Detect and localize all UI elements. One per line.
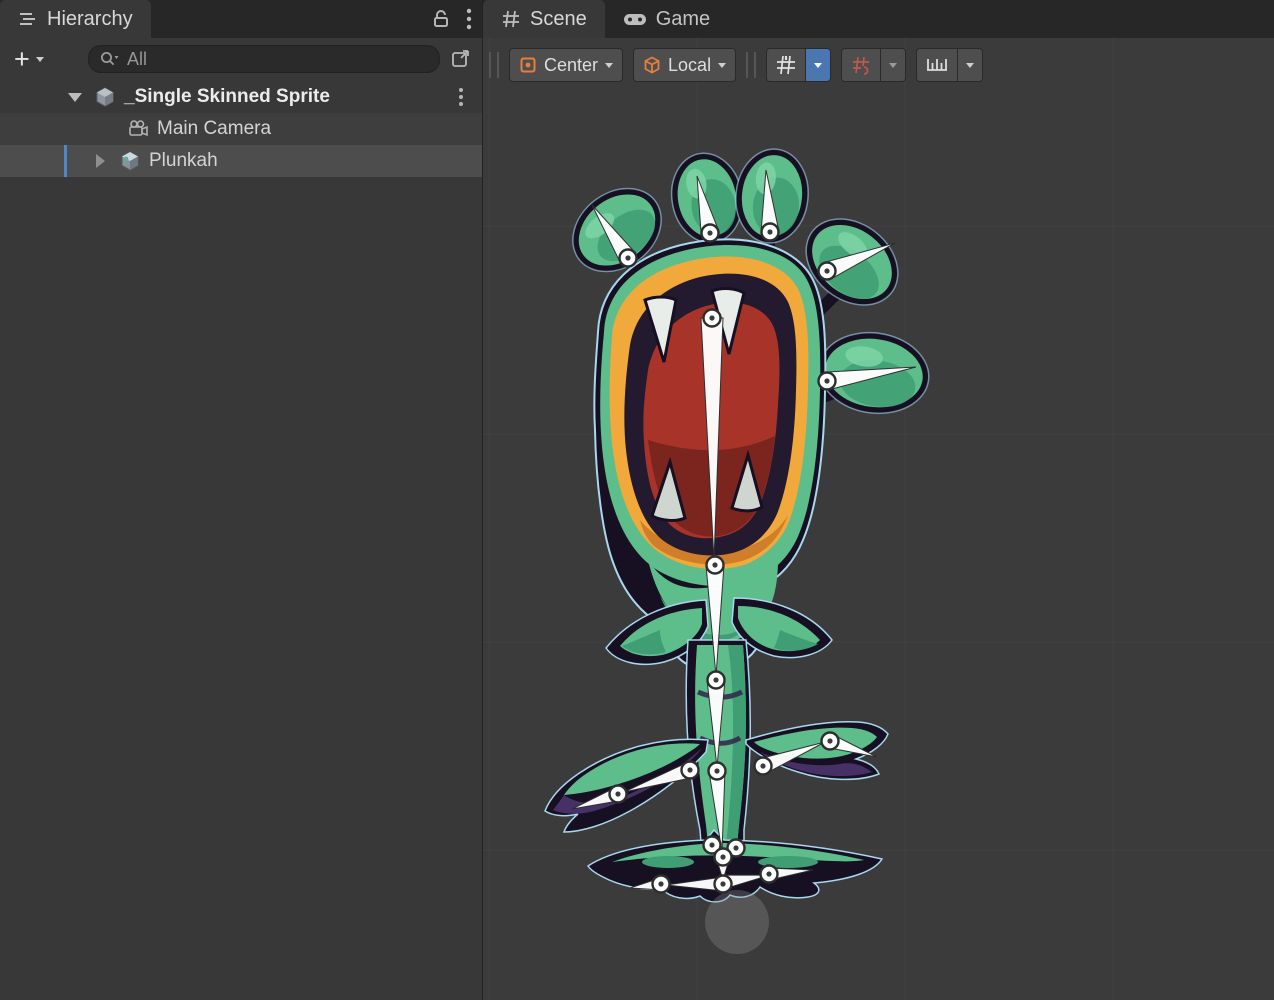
bone-joint[interactable] — [819, 263, 836, 280]
roots-green-blob — [642, 856, 694, 868]
grid-snapping-icon — [842, 49, 880, 81]
snap-increment-caret[interactable] — [957, 49, 982, 81]
open-search-window-icon[interactable] — [450, 47, 472, 69]
bone-joint[interactable] — [715, 876, 732, 893]
grid-visibility-button[interactable] — [766, 48, 831, 82]
tab-game-label: Game — [656, 8, 710, 31]
scene-viewport[interactable]: Center Local — [483, 38, 1274, 1000]
bone-joint[interactable] — [708, 672, 725, 689]
expand-triangle-icon[interactable] — [68, 93, 82, 102]
hierarchy-toolbar: + — [0, 38, 482, 80]
toolbar-handle[interactable] — [489, 52, 499, 78]
bone-joint[interactable] — [709, 763, 726, 780]
bone-joint[interactable] — [755, 758, 772, 775]
plunkah-sprite[interactable] — [545, 145, 934, 901]
orientation-caret-icon — [718, 63, 726, 68]
grid-visibility-icon — [767, 49, 805, 81]
scene-toolbar: Center Local — [489, 48, 983, 82]
tree-item-label: Plunkah — [149, 150, 218, 172]
bone-joint[interactable] — [682, 762, 699, 779]
scene-canvas[interactable] — [483, 38, 1274, 1000]
snap-increment-button[interactable] — [916, 48, 983, 82]
tab-scene-label: Scene — [530, 8, 587, 31]
bone-joint[interactable] — [819, 373, 836, 390]
camera-icon — [127, 118, 149, 140]
bone-joint[interactable] — [761, 866, 778, 883]
tab-hierarchy[interactable]: Hierarchy — [0, 0, 151, 38]
bone-joint[interactable] — [653, 876, 670, 893]
tab-hierarchy-label: Hierarchy — [47, 8, 133, 31]
local-cube-icon — [643, 56, 661, 74]
bone-joint[interactable] — [620, 250, 637, 267]
pivot-shadow-disk[interactable] — [705, 890, 769, 954]
scene-tabbar: Scene Game — [483, 0, 1274, 38]
add-gameobject-button[interactable]: + — [14, 49, 44, 69]
collapse-triangle-icon[interactable] — [96, 154, 105, 168]
search-icon — [99, 50, 119, 68]
bone-joint[interactable] — [704, 310, 721, 327]
row-kebab-menu-icon[interactable] — [458, 87, 464, 107]
kebab-menu-icon[interactable] — [466, 8, 472, 30]
pivot-center-icon — [519, 56, 537, 74]
search-input[interactable] — [125, 48, 429, 71]
bone-joint[interactable] — [610, 786, 627, 803]
sprite-object-icon — [119, 150, 141, 172]
add-dropdown-caret-icon — [36, 57, 44, 62]
tree-row-plunkah[interactable]: Plunkah — [0, 145, 482, 177]
orientation-mode-button[interactable]: Local — [633, 48, 736, 82]
bone-joint[interactable] — [715, 849, 732, 866]
gameobject-icon — [94, 86, 116, 108]
hierarchy-tabbar: Hierarchy — [0, 0, 482, 38]
orientation-mode-label: Local — [668, 55, 711, 76]
prefab-indicator-bar — [64, 145, 67, 177]
bone-joint[interactable] — [762, 224, 779, 241]
tree-row-main-camera[interactable]: Main Camera — [0, 113, 482, 145]
hierarchy-list-icon — [18, 9, 38, 29]
plus-icon: + — [14, 49, 30, 69]
toolbar-handle[interactable] — [746, 52, 756, 78]
bone-joint[interactable] — [702, 225, 719, 242]
grid-visibility-caret[interactable] — [805, 49, 830, 81]
hierarchy-search-field[interactable] — [88, 45, 440, 73]
tree-item-label: Main Camera — [157, 118, 271, 140]
pivot-caret-icon — [605, 63, 613, 68]
tab-game[interactable]: Game — [605, 0, 728, 38]
tree-row-root[interactable]: _Single Skinned Sprite — [0, 81, 482, 113]
tree-item-label: _Single Skinned Sprite — [124, 86, 330, 108]
bone-joint[interactable] — [707, 557, 724, 574]
bone-joint[interactable] — [822, 733, 839, 750]
game-gamepad-icon — [623, 9, 647, 29]
grid-snapping-button[interactable] — [841, 48, 906, 82]
pivot-mode-label: Center — [544, 55, 598, 76]
hierarchy-panel: Hierarchy + — [0, 0, 482, 1000]
tab-scene[interactable]: Scene — [483, 0, 605, 38]
scene-grid-icon — [501, 9, 521, 29]
grid-snapping-caret[interactable] — [880, 49, 905, 81]
scene-panel: Scene Game — [483, 0, 1274, 1000]
hierarchy-tree: _Single Skinned Sprite Main Camera — [0, 81, 482, 177]
pivot-mode-button[interactable]: Center — [509, 48, 623, 82]
snap-increment-icon — [917, 49, 957, 81]
lock-icon[interactable] — [432, 9, 450, 29]
